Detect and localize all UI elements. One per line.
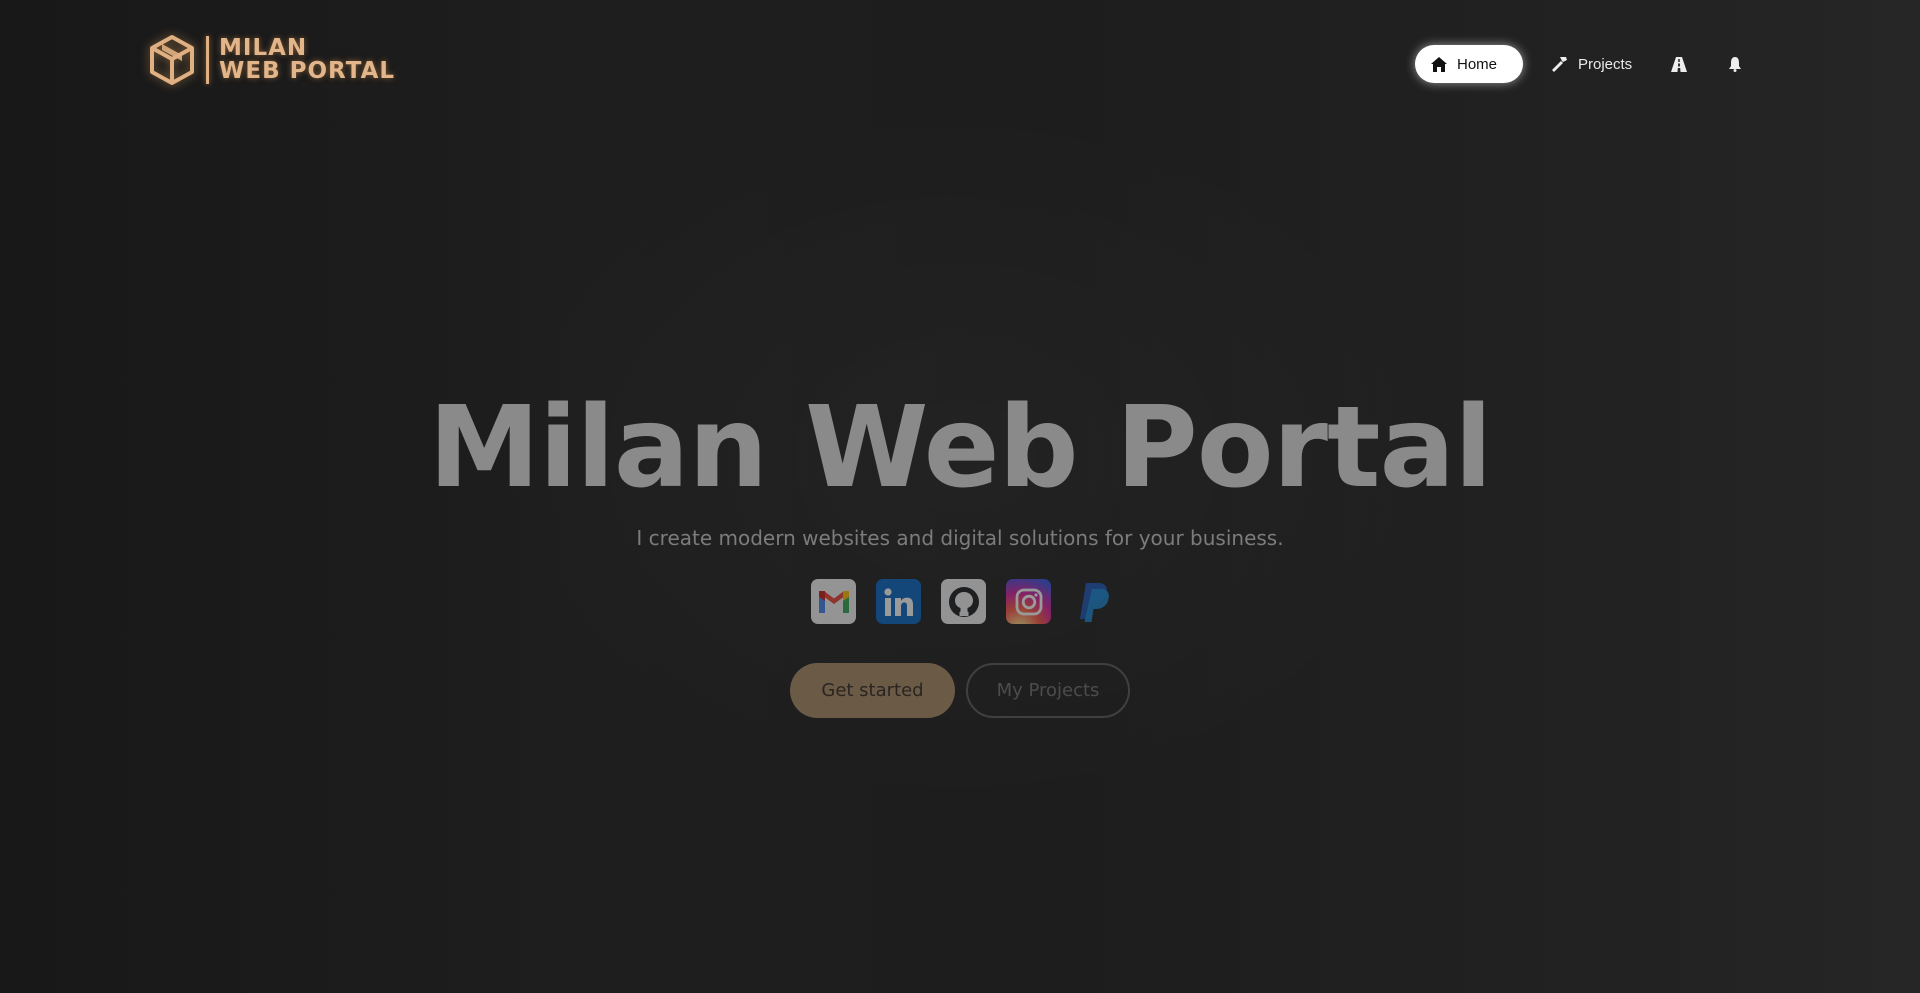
paypal-icon	[1079, 583, 1109, 622]
nav-road[interactable]	[1654, 45, 1704, 83]
hammer-icon	[1552, 56, 1567, 72]
nav-notifications[interactable]	[1710, 45, 1760, 83]
road-icon	[1671, 56, 1688, 72]
nav-projects-label: Projects	[1578, 55, 1633, 73]
nav-home[interactable]: Home	[1415, 45, 1523, 83]
instagram-link[interactable]	[1006, 579, 1051, 624]
hero-title: Milan Web Portal	[428, 383, 1493, 513]
gmail-icon	[818, 590, 849, 613]
hero-subtitle: I create modern websites and digital sol…	[636, 526, 1284, 550]
github-link[interactable]	[941, 579, 986, 624]
cta-group: Get started My Projects	[790, 663, 1130, 718]
social-links	[811, 579, 1116, 624]
home-icon	[1431, 56, 1447, 72]
logo-wordmark: MILAN WEB PORTAL	[219, 37, 395, 83]
page: MILAN WEB PORTAL Home Projects Milan Web…	[0, 0, 1920, 993]
get-started-button[interactable]: Get started	[790, 663, 955, 718]
paypal-link[interactable]	[1071, 579, 1116, 624]
main-nav: Home Projects	[1415, 45, 1760, 83]
linkedin-icon	[883, 587, 913, 616]
logo-line-2: WEB PORTAL	[219, 58, 396, 84]
nav-projects[interactable]: Projects	[1535, 45, 1648, 83]
nav-home-label: Home	[1457, 55, 1498, 73]
linkedin-link[interactable]	[876, 579, 921, 624]
site-logo[interactable]: MILAN WEB PORTAL	[148, 33, 395, 87]
logo-divider	[206, 36, 209, 84]
github-icon	[948, 586, 979, 617]
cube-icon	[150, 35, 194, 85]
bell-icon	[1729, 56, 1742, 72]
my-projects-button[interactable]: My Projects	[966, 663, 1130, 718]
instagram-icon	[1015, 588, 1042, 615]
logo-line-1: MILAN	[219, 35, 308, 61]
gmail-link[interactable]	[811, 579, 856, 624]
